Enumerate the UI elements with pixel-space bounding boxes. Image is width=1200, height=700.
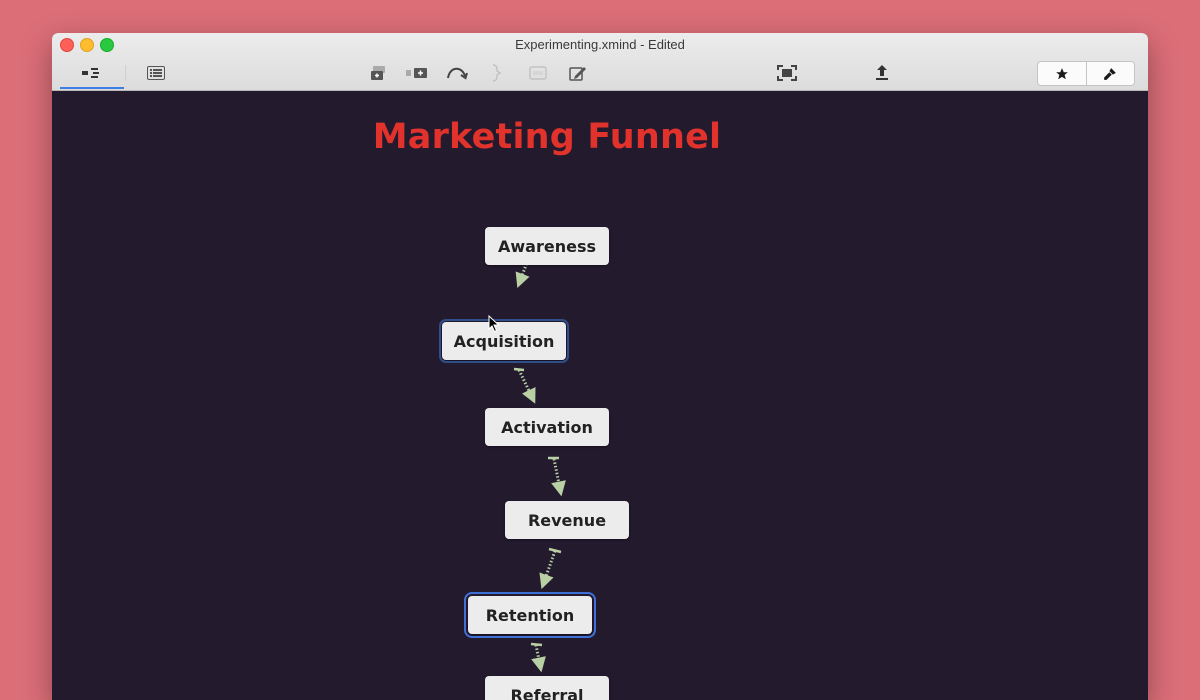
mind-map-view-tab[interactable]: [79, 63, 103, 83]
topic-referral[interactable]: Referral: [485, 676, 609, 700]
topic-activation[interactable]: Activation: [485, 408, 609, 446]
app-window: Experimenting.xmind - Edited Marketing F…: [52, 33, 1148, 700]
summary-button[interactable]: [485, 63, 509, 83]
outline-list-icon: [147, 66, 165, 80]
topic-retention[interactable]: Retention: [464, 592, 596, 638]
connector-activation-revenue[interactable]: [551, 458, 566, 497]
mouse-cursor-icon: [488, 315, 500, 333]
title-bar: Experimenting.xmind - Edited: [52, 33, 1148, 91]
add-topic-button[interactable]: [366, 63, 390, 83]
topic-awareness[interactable]: Awareness: [485, 227, 609, 265]
boundary-icon: [529, 66, 547, 80]
outliner-view-tab[interactable]: [144, 63, 168, 83]
favorites-button[interactable]: [1038, 62, 1086, 85]
active-tab-indicator: [60, 87, 124, 89]
map-title[interactable]: Marketing Funnel: [347, 117, 747, 157]
add-topic-icon: [371, 66, 385, 80]
relationship-connectors: [513, 241, 566, 673]
note-button[interactable]: [566, 63, 590, 83]
relationship-button[interactable]: [445, 63, 469, 83]
window-title: Experimenting.xmind - Edited: [515, 37, 685, 52]
topic-label: Retention: [485, 605, 575, 625]
connector-retention-referral[interactable]: [531, 644, 546, 673]
mind-map-canvas[interactable]: Marketing Funnel Awareness Acquisition A…: [52, 91, 1148, 700]
add-subtopic-icon: [406, 68, 427, 78]
topic-acquisition[interactable]: Acquisition: [439, 319, 569, 363]
topic-revenue[interactable]: Revenue: [505, 501, 629, 539]
mindmap-view-icon: [82, 68, 99, 78]
connector-acquisition-activation[interactable]: [517, 369, 536, 404]
format-segmented-control: [1037, 61, 1135, 86]
toolbar-separator: [125, 65, 126, 81]
format-brush-icon: [1104, 67, 1117, 80]
format-button[interactable]: [1085, 62, 1135, 85]
share-icon: [876, 65, 888, 80]
connector-revenue-retention[interactable]: [539, 550, 557, 590]
topic-label: Awareness: [498, 236, 596, 256]
star-icon: [1055, 67, 1068, 79]
topic-label: Referral: [510, 685, 584, 700]
topic-label: Acquisition: [453, 331, 555, 351]
topic-label: Activation: [501, 417, 593, 437]
note-icon: [569, 67, 586, 81]
summary-icon: [492, 64, 502, 82]
zen-mode-icon: [777, 65, 797, 81]
relationship-icon: [447, 67, 468, 80]
add-subtopic-button[interactable]: [405, 63, 429, 83]
share-button[interactable]: [870, 63, 894, 83]
zen-mode-button[interactable]: [775, 63, 799, 83]
topic-label: Revenue: [527, 510, 607, 530]
boundary-button[interactable]: [526, 63, 550, 83]
